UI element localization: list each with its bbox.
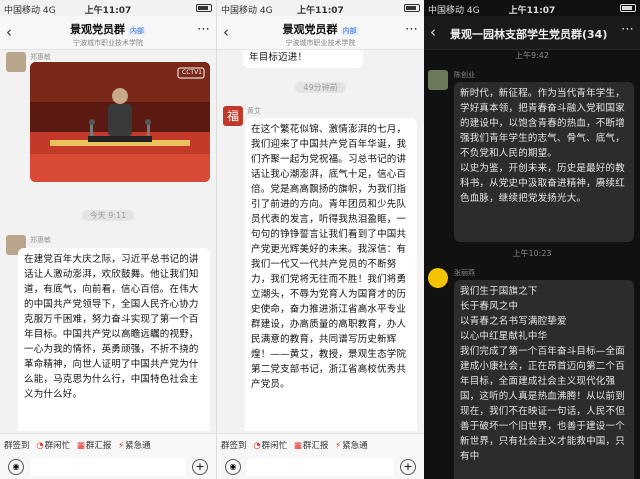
chat-panel-2: 中国移动 4G 上午11:07 ‹ 景观党员群 内部 宁波城市职业技术学院 ⋯ 年… [216, 0, 424, 479]
tool-urgent[interactable]: ⚡紧急通 [118, 439, 150, 451]
message-input[interactable] [30, 458, 186, 476]
battery-icon [404, 4, 420, 12]
battery-icon [620, 4, 636, 12]
tool-checkin[interactable]: 群签到 [4, 439, 30, 451]
chat-title: 景观党员群 内部 [70, 23, 146, 36]
tool-icon: ⚡ [118, 441, 125, 451]
message-list[interactable]: 年目标迈进！ 49分钟前 福 黄艾 在这个繁花似锦、激情澎湃的七月，我们迎来了中… [217, 50, 424, 431]
tool-icon: ⚡ [335, 441, 342, 451]
sender-name: 郑惠敏 [30, 236, 51, 244]
image-message[interactable]: CCTV1 [30, 62, 210, 182]
tool-report[interactable]: ▦群汇报 [77, 439, 112, 451]
more-icon[interactable]: ⋯ [405, 22, 418, 37]
tool-icon: ◔ [253, 441, 261, 451]
plus-icon[interactable]: + [192, 459, 208, 475]
tool-urgent[interactable]: ⚡紧急通 [335, 439, 367, 451]
status-bar: 中国移动 4G 上午11:07 [217, 0, 424, 16]
tool-icon: ▦ [293, 441, 302, 451]
chat-title: 景观一园林支部学生党员群(34) [450, 28, 608, 41]
timestamp: 今天 9:11 [0, 210, 216, 221]
avatar[interactable] [428, 70, 448, 90]
message-bubble[interactable]: 我们生于国旗之下 长于春风之中 以青春之名书写满腔挚爱 以心中红星献礼中华 我们… [454, 280, 634, 479]
chat-subtitle: 宁波城市职业技术学院 [285, 39, 356, 47]
tool-status[interactable]: ◔群闲忙 [36, 439, 70, 451]
message-list[interactable]: 郑惠敏 CCTV1 今天 9:11 郑惠敏 在建党百年大庆之际，习近平总书记的讲… [0, 50, 216, 431]
avatar[interactable]: 福 [223, 106, 243, 126]
tiananmen-photo [30, 62, 210, 182]
group-toolbar: 群签到 ◔群闲忙 ▦群汇报 ⚡紧急通 [217, 433, 424, 455]
sender-name: 陈创业 [454, 71, 475, 79]
message-bubble[interactable]: 年目标迈进！ [243, 50, 363, 68]
group-toolbar: 群签到 ◔群闲忙 ▦群汇报 ⚡紧急通 [0, 433, 216, 455]
status-bar: 中国移动 4G 上午11:07 [424, 0, 640, 16]
message-bubble[interactable]: 在建党百年大庆之际，习近平总书记的讲话让人激动澎湃，欢欣鼓舞。他让我们知道，有底… [18, 248, 210, 431]
sender-name: 张丽燕 [454, 269, 475, 277]
battery-icon [196, 4, 212, 12]
clock: 上午11:07 [84, 6, 132, 16]
voice-icon[interactable]: ◉ [225, 459, 241, 475]
plus-icon[interactable]: + [400, 459, 416, 475]
more-icon[interactable]: ⋯ [621, 22, 634, 37]
tv-watermark: CCTV1 [182, 69, 202, 76]
chat-header: ‹ 景观一园林支部学生党员群(34) ⋯ [424, 16, 640, 50]
tool-status[interactable]: ◔群闲忙 [253, 439, 287, 451]
message-input[interactable] [247, 458, 394, 476]
tool-icon: ▦ [76, 441, 85, 451]
sender-name: 黄艾 [247, 107, 261, 115]
input-bar: ◉ + [217, 455, 424, 479]
status-bar: 中国移动 4G 上午11:07 [0, 0, 216, 16]
timestamp: 上午9:42 [515, 51, 549, 60]
input-bar: ◉ + [0, 455, 216, 479]
internal-tag: 内部 [128, 27, 146, 35]
chat-header: ‹ 景观党员群 内部 宁波城市职业技术学院 ⋯ [217, 16, 424, 50]
message-bubble[interactable]: 在这个繁花似锦、激情澎湃的七月，我们迎来了中国共产党百年华诞，我们齐聚一起为党祝… [245, 118, 417, 431]
chat-title: 景观党员群 内部 [282, 23, 359, 36]
more-icon[interactable]: ⋯ [197, 22, 210, 37]
chat-subtitle: 宁波城市职业技术学院 [73, 39, 143, 47]
tool-icon: ◔ [36, 441, 44, 451]
voice-icon[interactable]: ◉ [8, 459, 24, 475]
avatar[interactable] [428, 268, 448, 288]
chat-panel-3: 中国移动 4G 上午11:07 ‹ 景观一园林支部学生党员群(34) ⋯ 上午9… [424, 0, 640, 479]
avatar[interactable] [6, 52, 26, 72]
chat-panel-1: 中国移动 4G 上午11:07 ‹ 景观党员群 内部 宁波城市职业技术学院 ⋯ 郑… [0, 0, 216, 479]
tool-checkin[interactable]: 群签到 [221, 439, 247, 451]
clock: 上午11:07 [508, 6, 556, 16]
timestamp: 上午10:23 [512, 249, 552, 258]
sender-name: 郑惠敏 [30, 53, 51, 61]
message-bubble[interactable]: 新时代，新征程。作为当代青年学生，学好真本领，把青春奋斗融入党和国家的建设中，以… [454, 82, 634, 242]
clock: 上午11:07 [297, 6, 344, 16]
back-icon[interactable]: ‹ [430, 23, 436, 41]
timestamp: 49分钟前 [217, 82, 424, 93]
tool-report[interactable]: ▦群汇报 [294, 439, 329, 451]
internal-tag: 内部 [340, 27, 359, 35]
message-list[interactable]: 上午9:42 陈创业 新时代，新征程。作为当代青年学生，学好真本领，把青春奋斗融… [424, 50, 640, 479]
chat-header: ‹ 景观党员群 内部 宁波城市职业技术学院 ⋯ [0, 16, 216, 50]
